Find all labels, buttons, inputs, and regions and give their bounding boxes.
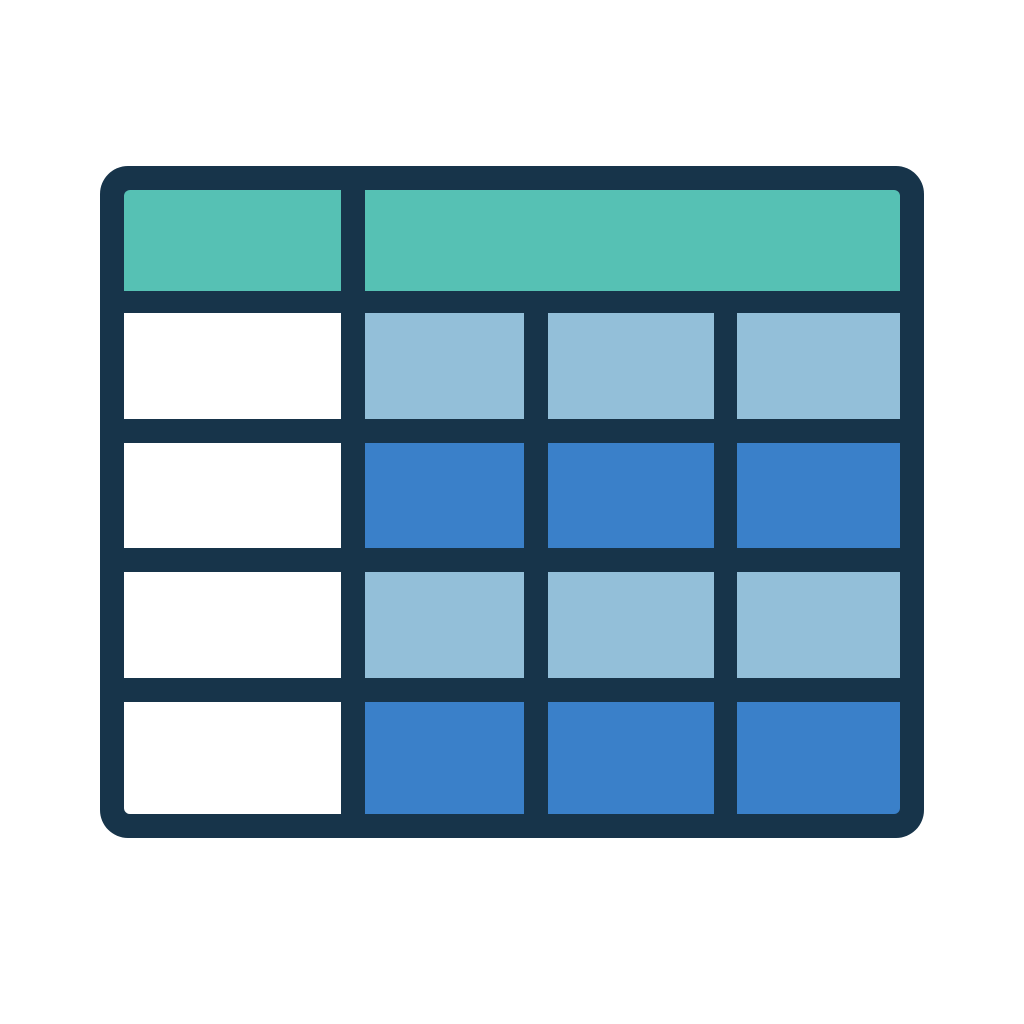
data-cell [737, 572, 900, 678]
data-cell [548, 443, 714, 548]
row-label-cell [124, 313, 341, 419]
row-label-cell [124, 443, 341, 548]
data-cell [548, 572, 714, 678]
data-cell [365, 572, 524, 678]
header-label-cell [124, 190, 341, 291]
row-label-cell [124, 572, 341, 678]
data-cell [365, 702, 524, 814]
data-cell [548, 702, 714, 814]
header-data-cell [365, 190, 900, 291]
data-cell [548, 313, 714, 419]
data-cell [365, 443, 524, 548]
data-cell [365, 313, 524, 419]
data-cell [737, 313, 900, 419]
table-icon [100, 166, 924, 838]
data-cell [737, 702, 900, 814]
row-label-cell [124, 702, 341, 814]
canvas [0, 0, 1024, 1024]
data-cell [737, 443, 900, 548]
